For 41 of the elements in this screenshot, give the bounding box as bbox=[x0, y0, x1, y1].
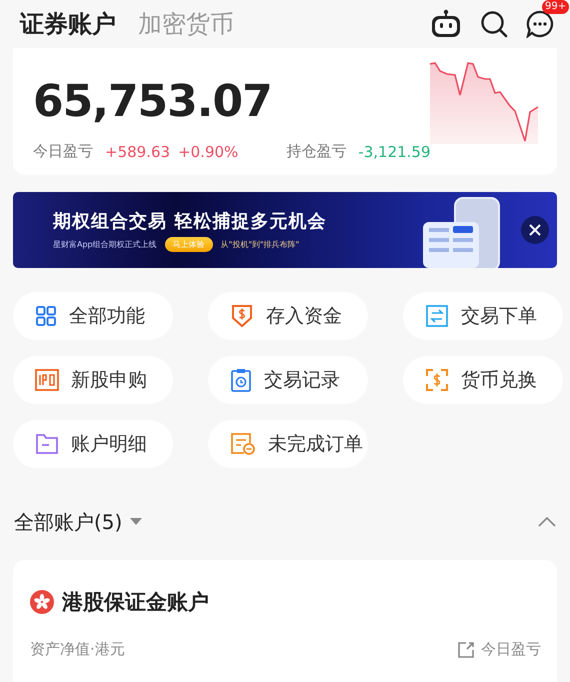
currency-exchange-icon[interactable] bbox=[425, 368, 449, 392]
flower-flag-icon bbox=[30, 590, 54, 614]
account-name: 港股保证金账户 bbox=[62, 589, 209, 616]
action-button[interactable]: 交易下单 bbox=[403, 292, 563, 340]
action-button[interactable]: 未完成订单 bbox=[208, 420, 368, 468]
action-button[interactable]: 货币兑换 bbox=[403, 356, 563, 404]
search-icon[interactable] bbox=[480, 10, 508, 38]
action-button[interactable]: 账户明细 bbox=[13, 420, 173, 468]
tab[interactable]: 证券账户 bbox=[20, 8, 116, 40]
asset-label: 资产净值·港元 bbox=[30, 640, 125, 659]
folder-icon[interactable] bbox=[35, 433, 59, 455]
share-icon[interactable] bbox=[457, 640, 475, 658]
holding-pnl-value: -3,121.59 bbox=[358, 142, 431, 160]
holding-pnl-label: 持仓盈亏 bbox=[286, 142, 346, 161]
transfer-icon[interactable] bbox=[425, 304, 449, 328]
robot-icon[interactable] bbox=[430, 9, 462, 39]
notification-badge: 99+ bbox=[542, 0, 570, 14]
today-pnl-value: +589.63 bbox=[105, 142, 170, 160]
today-pnl-label: 今日盈亏 bbox=[33, 142, 93, 161]
action-button[interactable]: 全部功能 bbox=[13, 292, 173, 340]
promo-banner[interactable]: 期权组合交易 轻松捕捉多元机会 星财富App组合期权正式上线 马上体验 从"投机"到"排兵布阵" bbox=[13, 192, 557, 268]
chat-icon[interactable] bbox=[526, 10, 554, 38]
clipboard-clock-icon[interactable] bbox=[230, 368, 252, 392]
banner-tagline: 从"投机"到"排兵布阵" bbox=[220, 238, 300, 250]
action-button[interactable]: 存入资金 bbox=[208, 292, 368, 340]
action-button[interactable]: 交易记录 bbox=[208, 356, 368, 404]
pending-order-icon[interactable] bbox=[230, 432, 256, 456]
dollar-shield-icon[interactable] bbox=[230, 304, 254, 328]
banner-title: 期权组合交易 轻松捕捉多元机会 bbox=[53, 210, 326, 232]
dropdown-caret-icon[interactable] bbox=[130, 518, 142, 526]
ipo-icon[interactable] bbox=[35, 369, 59, 391]
close-button[interactable] bbox=[521, 216, 549, 244]
grid-icon[interactable] bbox=[35, 305, 57, 327]
today-pnl-label: 今日盈亏 bbox=[481, 640, 541, 659]
total-assets-value: 65,753.07 bbox=[33, 76, 272, 128]
collapse-chevron-icon[interactable] bbox=[538, 517, 556, 527]
action-button[interactable]: 新股申购 bbox=[13, 356, 173, 404]
banner-subtitle: 星财富App组合期权正式上线 bbox=[53, 238, 157, 250]
all-accounts-title[interactable]: 全部账户(5) bbox=[14, 508, 122, 536]
today-pnl-percent: +0.90% bbox=[178, 142, 238, 160]
close-icon[interactable] bbox=[529, 224, 541, 236]
